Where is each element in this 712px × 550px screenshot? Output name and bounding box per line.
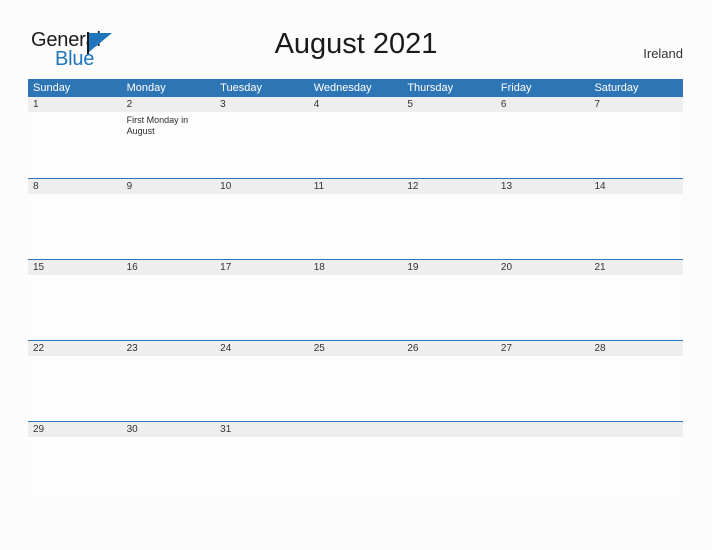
day-cell[interactable]: 26 — [402, 341, 496, 421]
weekday-header-thursday: Thursday — [407, 82, 454, 94]
calendar-page: General Blue August 2021 Ireland Sunday M… — [0, 0, 712, 550]
calendar-weeks: 1 2 First Monday in August 3 4 5 6 7 8 9 10 11 12 13 1… — [28, 97, 684, 502]
day-cell[interactable]: 19 — [402, 260, 496, 340]
day-number — [495, 422, 590, 437]
day-number: 19 — [402, 260, 496, 275]
weekday-header-saturday: Saturday — [594, 82, 639, 94]
day-cell-empty — [495, 422, 590, 502]
day-cell[interactable]: 10 — [215, 179, 309, 259]
day-number: 24 — [215, 341, 309, 356]
day-number: 3 — [215, 97, 309, 112]
day-cell[interactable]: 28 — [589, 341, 684, 421]
weekday-header-tuesday: Tuesday — [220, 82, 262, 94]
day-number: 10 — [215, 179, 309, 194]
day-cell[interactable]: 31 — [215, 422, 309, 502]
day-cell[interactable]: 20 — [495, 260, 590, 340]
calendar-week-row: 1 2 First Monday in August 3 4 5 6 7 — [28, 97, 684, 178]
day-number: 8 — [28, 179, 122, 194]
day-number: 11 — [308, 179, 403, 194]
day-number: 13 — [495, 179, 590, 194]
calendar-week-row: 29 30 31 — [28, 421, 684, 502]
day-number: 31 — [215, 422, 309, 437]
day-cell[interactable]: 29 — [28, 422, 122, 502]
day-number: 29 — [28, 422, 122, 437]
day-cell[interactable]: 12 — [402, 179, 496, 259]
day-cell[interactable]: 7 — [589, 97, 684, 177]
day-number: 14 — [589, 179, 684, 194]
day-cell[interactable]: 3 — [215, 97, 309, 177]
day-number: 1 — [28, 97, 122, 112]
day-cell[interactable]: 8 — [28, 179, 122, 259]
day-cell[interactable]: 24 — [215, 341, 309, 421]
weekday-header-wednesday: Wednesday — [313, 82, 372, 94]
day-number — [308, 422, 403, 437]
calendar-week-row: 15 16 17 18 19 20 21 — [28, 259, 684, 340]
day-cell[interactable]: 21 — [589, 260, 684, 340]
day-number: 16 — [121, 260, 216, 275]
day-cell[interactable]: 17 — [215, 260, 309, 340]
country-label: Ireland — [643, 46, 683, 61]
day-cell[interactable]: 2 First Monday in August — [121, 97, 216, 177]
day-number: 5 — [402, 97, 496, 112]
day-number: 20 — [495, 260, 590, 275]
day-cell[interactable]: 13 — [495, 179, 590, 259]
day-number: 30 — [121, 422, 216, 437]
day-number: 17 — [215, 260, 309, 275]
page-header: General Blue August 2021 Ireland — [0, 0, 712, 78]
page-title: August 2021 — [274, 28, 438, 60]
day-cell-empty — [308, 422, 403, 502]
day-cell-empty — [402, 422, 496, 502]
day-number: 22 — [28, 341, 122, 356]
day-cell[interactable]: 5 — [402, 97, 496, 177]
calendar-week-row: 8 9 10 11 12 13 14 — [28, 178, 684, 259]
day-number: 27 — [495, 341, 590, 356]
day-number: 21 — [589, 260, 684, 275]
day-number: 12 — [402, 179, 496, 194]
day-number: 26 — [402, 341, 496, 356]
day-number — [402, 422, 496, 437]
day-cell[interactable]: 4 — [308, 97, 403, 177]
weekday-header-row: Sunday Monday Tuesday Wednesday Thursday Frid… — [28, 79, 683, 97]
day-number: 6 — [495, 97, 590, 112]
day-cell[interactable]: 30 — [121, 422, 216, 502]
day-cell[interactable]: 6 — [495, 97, 590, 177]
day-number: 15 — [28, 260, 122, 275]
day-cell-empty — [589, 422, 684, 502]
day-number: 9 — [121, 179, 216, 194]
day-cell[interactable]: 22 — [28, 341, 122, 421]
day-cell[interactable]: 9 — [121, 179, 216, 259]
day-number — [589, 422, 684, 437]
event-label: First Monday in August — [126, 115, 189, 136]
day-number: 25 — [308, 341, 403, 356]
day-cell[interactable]: 23 — [121, 341, 216, 421]
day-number: 7 — [589, 97, 684, 112]
day-cell[interactable]: 14 — [589, 179, 684, 259]
day-number: 2 — [121, 97, 216, 112]
day-number: 28 — [589, 341, 684, 356]
day-cell[interactable]: 25 — [308, 341, 403, 421]
day-cell[interactable]: 15 — [28, 260, 122, 340]
day-number: 4 — [308, 97, 403, 112]
calendar-grid: Sunday Monday Tuesday Wednesday Thursday Frid… — [28, 79, 684, 502]
day-number: 23 — [121, 341, 216, 356]
day-cell[interactable]: 11 — [308, 179, 403, 259]
weekday-header-sunday: Sunday — [33, 82, 71, 94]
weekday-header-monday: Monday — [126, 82, 166, 94]
day-cell[interactable]: 1 — [28, 97, 122, 177]
calendar-week-row: 22 23 24 25 26 27 28 — [28, 340, 684, 421]
day-cell[interactable]: 27 — [495, 341, 590, 421]
day-cell[interactable]: 16 — [121, 260, 216, 340]
weekday-header-friday: Friday — [500, 82, 532, 94]
day-cell[interactable]: 18 — [308, 260, 403, 340]
day-events: First Monday in August — [122, 112, 216, 137]
day-number: 18 — [308, 260, 403, 275]
